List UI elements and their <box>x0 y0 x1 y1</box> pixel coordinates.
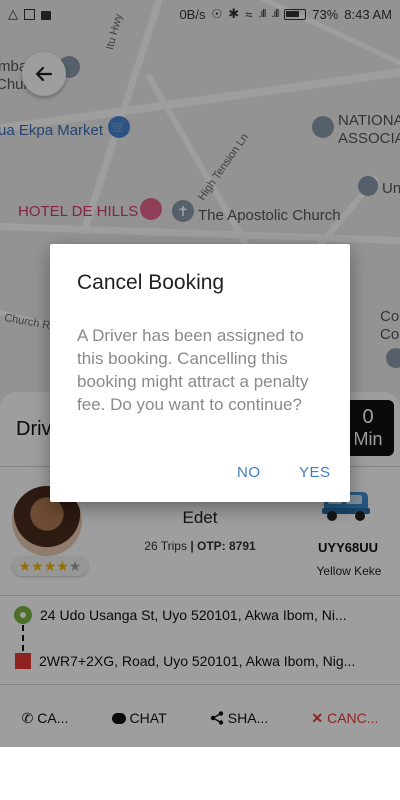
no-button[interactable]: NO <box>237 464 261 481</box>
dialog-title: Cancel Booking <box>77 271 225 294</box>
yes-button[interactable]: YES <box>299 464 331 481</box>
cancel-booking-dialog: Cancel Booking A Driver has been assigne… <box>50 244 350 502</box>
ride-booking-screen: mba Chur Itu Hwy ua Ekpa Market 🛒 NATION… <box>0 0 400 800</box>
dialog-message: A Driver has been assigned to this booki… <box>77 326 309 414</box>
